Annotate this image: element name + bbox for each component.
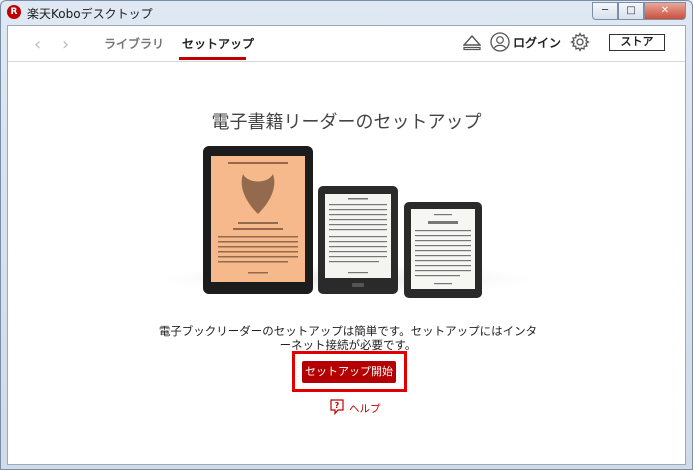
active-tab-indicator [179, 57, 246, 60]
back-arrow-icon[interactable]: ‹ [34, 34, 41, 55]
client-area: ‹ › ライブラリ セットアップ ログイン ストア 電子書籍リーダーのセットアッ… [7, 25, 686, 465]
gear-icon[interactable] [570, 32, 590, 52]
forward-arrow-icon[interactable]: › [62, 34, 69, 55]
minimize-button[interactable]: ─ [592, 2, 618, 20]
title-bar: R 楽天Koboデスクトップ ─ □ ✕ [1, 1, 692, 25]
help-link[interactable]: ヘルプ [349, 401, 381, 416]
toolbar: ‹ › ライブラリ セットアップ ログイン ストア [8, 26, 685, 62]
store-button[interactable]: ストア [609, 34, 665, 51]
page-title: 電子書籍リーダーのセットアップ [211, 112, 482, 133]
app-window: R 楽天Koboデスクトップ ─ □ ✕ ‹ › ライブラリ セットアップ ログ… [0, 0, 693, 470]
login-link[interactable]: ログイン [513, 34, 561, 51]
window-title: 楽天Koboデスクトップ [27, 7, 153, 21]
eject-icon[interactable] [463, 35, 481, 51]
tab-library[interactable]: ライブラリ [104, 35, 164, 52]
window-controls: ─ □ ✕ [592, 2, 686, 20]
svg-text:?: ? [335, 401, 340, 410]
maximize-button[interactable]: □ [618, 2, 644, 20]
ereader-devices-illustration [203, 146, 482, 298]
avatar-icon[interactable] [490, 32, 510, 52]
close-button[interactable]: ✕ [644, 2, 686, 20]
setup-description: 電子ブックリーダーのセットアップは簡単です。セットアップにはインターネット接続が… [158, 324, 538, 352]
help-icon[interactable]: ? [330, 399, 344, 415]
kobo-app-icon: R [7, 5, 21, 19]
tab-setup[interactable]: セットアップ [182, 35, 254, 52]
start-setup-button[interactable]: セットアップ開始 [302, 361, 396, 383]
